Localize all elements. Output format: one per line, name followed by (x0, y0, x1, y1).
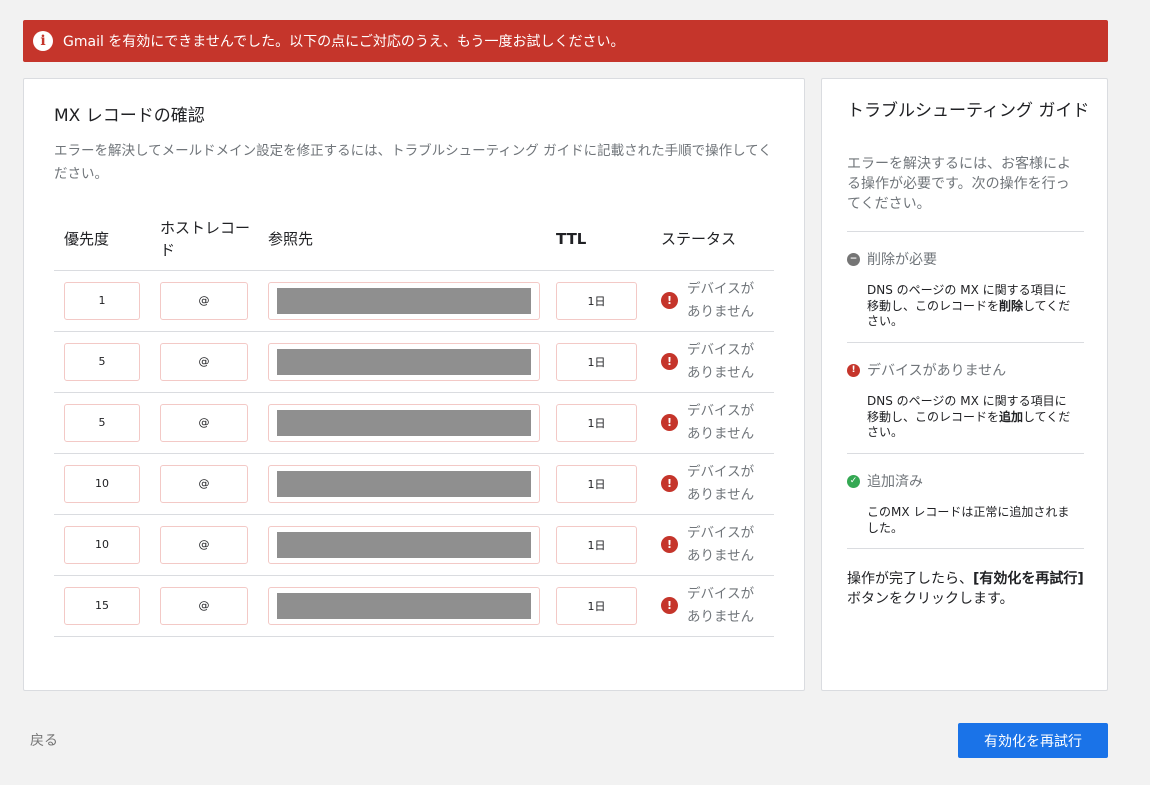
error-banner: i Gmail を有効にできませんでした。以下の点にご対応のうえ、もう一度お試し… (23, 20, 1108, 62)
error-icon: ! (661, 414, 678, 431)
divider (847, 342, 1084, 343)
ttl-field: 1日 (556, 586, 637, 625)
mx-records-card: MX レコードの確認 エラーを解決してメールドメイン設定を修正するには、トラブル… (23, 78, 805, 691)
banner-message: Gmail を有効にできませんでした。以下の点にご対応のうえ、もう一度お試しくだ… (63, 34, 625, 50)
host-field: @ (160, 586, 248, 625)
column-header-status: ステータス (651, 209, 774, 271)
host-field: @ (160, 464, 248, 503)
priority-field: 10 (64, 464, 140, 503)
divider (847, 453, 1084, 454)
error-icon: ! (661, 353, 678, 370)
divider (847, 231, 1084, 232)
host-field: @ (160, 403, 248, 442)
host-field: @ (160, 281, 248, 320)
priority-field: 5 (64, 342, 140, 381)
priority-field: 1 (64, 281, 140, 320)
column-header-host: ホストレコード (150, 209, 258, 271)
redacted-value (277, 348, 531, 375)
troubleshooting-guide-card: トラブルシューティング ガイド エラーを解決するには、お客様による操作が必要です… (821, 78, 1108, 691)
error-icon: ! (661, 597, 678, 614)
status-cell: ! デバイスがありません (661, 461, 764, 507)
status-text: デバイスがありません (687, 463, 755, 503)
guide-item-body: DNS のページの MX に関する項目に移動し、このレコードを追加してください。 (867, 394, 1071, 439)
status-cell: ! デバイスがありません (661, 583, 764, 629)
guide-item-heading: 削除が必要 (867, 252, 937, 268)
ttl-field: 1日 (556, 403, 637, 442)
reference-field (268, 281, 540, 320)
reference-field (268, 586, 540, 625)
ttl-field: 1日 (556, 342, 637, 381)
table-row: 5 @ 1日 ! デバイスがありません (54, 392, 774, 454)
redacted-value (277, 531, 531, 558)
guide-item-heading: デバイスがありません (867, 363, 1007, 379)
status-cell: ! デバイスがありません (661, 339, 764, 385)
table-row: 1 @ 1日 ! デバイスがありません (54, 270, 774, 332)
guide-item-body: DNS のページの MX に関する項目に移動し、このレコードを削除してください。 (867, 283, 1071, 328)
guide-title: トラブルシューティング ガイド (847, 101, 1090, 121)
redacted-value (277, 287, 531, 314)
table-row: 10 @ 1日 ! デバイスがありません (54, 514, 774, 576)
minus-circle-icon: − (847, 252, 860, 266)
priority-field: 10 (64, 525, 140, 564)
reference-field (268, 525, 540, 564)
card-description: エラーを解決してメールドメイン設定を修正するには、トラブルシューティング ガイド… (54, 143, 772, 182)
column-header-ttl: TTL (550, 209, 651, 271)
back-link[interactable]: 戻る (30, 730, 58, 750)
status-text: デバイスがありません (687, 402, 755, 442)
status-cell: ! デバイスがありません (661, 400, 764, 446)
mx-records-table: 優先度 ホストレコード 参照先 TTL ステータス 1 @ 1日 ! デバイスがあ… (54, 209, 774, 637)
status-text: デバイスがありません (687, 341, 755, 381)
ttl-field: 1日 (556, 281, 637, 320)
status-text: デバイスがありません (687, 280, 755, 320)
guide-item-delete: − 削除が必要 DNS のページの MX に関する項目に移動し、このレコードを削… (847, 249, 1087, 330)
status-cell: ! デバイスがありません (661, 278, 764, 324)
status-cell: ! デバイスがありません (661, 522, 764, 568)
table-row: 15 @ 1日 ! デバイスがありません (54, 575, 774, 637)
column-header-reference: 参照先 (258, 209, 550, 271)
table-row: 5 @ 1日 ! デバイスがありません (54, 331, 774, 393)
status-text: デバイスがありません (687, 524, 755, 564)
ttl-field: 1日 (556, 525, 637, 564)
check-circle-icon: ✓ (847, 474, 860, 488)
table-row: 10 @ 1日 ! デバイスがありません (54, 453, 774, 515)
redacted-value (277, 592, 531, 619)
guide-description: エラーを解決するには、お客様による操作が必要です。次の操作を行ってください。 (847, 156, 1071, 212)
redacted-value (277, 409, 531, 436)
card-title: MX レコードの確認 (54, 106, 205, 126)
error-icon: ! (661, 475, 678, 492)
guide-item-body: このMX レコードは正常に追加されました。 (867, 505, 1070, 535)
guide-item-missing: ! デバイスがありません DNS のページの MX に関する項目に移動し、このレ… (847, 360, 1087, 441)
status-text: デバイスがありません (687, 585, 755, 625)
error-icon: ! (661, 536, 678, 553)
error-icon: ! (847, 363, 860, 377)
reference-field (268, 342, 540, 381)
column-header-priority: 優先度 (54, 209, 150, 271)
guide-footer: 操作が完了したら、[有効化を再試行] ボタンをクリックします。 (847, 571, 1084, 607)
retry-activation-button[interactable]: 有効化を再試行 (958, 723, 1108, 758)
info-icon: i (33, 31, 53, 51)
reference-field (268, 403, 540, 442)
reference-field (268, 464, 540, 503)
redacted-value (277, 470, 531, 497)
table-header-row: 優先度 ホストレコード 参照先 TTL ステータス (54, 209, 774, 271)
guide-item-heading: 追加済み (867, 474, 923, 490)
error-icon: ! (661, 292, 678, 309)
divider (847, 548, 1084, 549)
ttl-field: 1日 (556, 464, 637, 503)
host-field: @ (160, 342, 248, 381)
priority-field: 5 (64, 403, 140, 442)
priority-field: 15 (64, 586, 140, 625)
host-field: @ (160, 525, 248, 564)
guide-item-added: ✓ 追加済み このMX レコードは正常に追加されました。 (847, 471, 1087, 536)
